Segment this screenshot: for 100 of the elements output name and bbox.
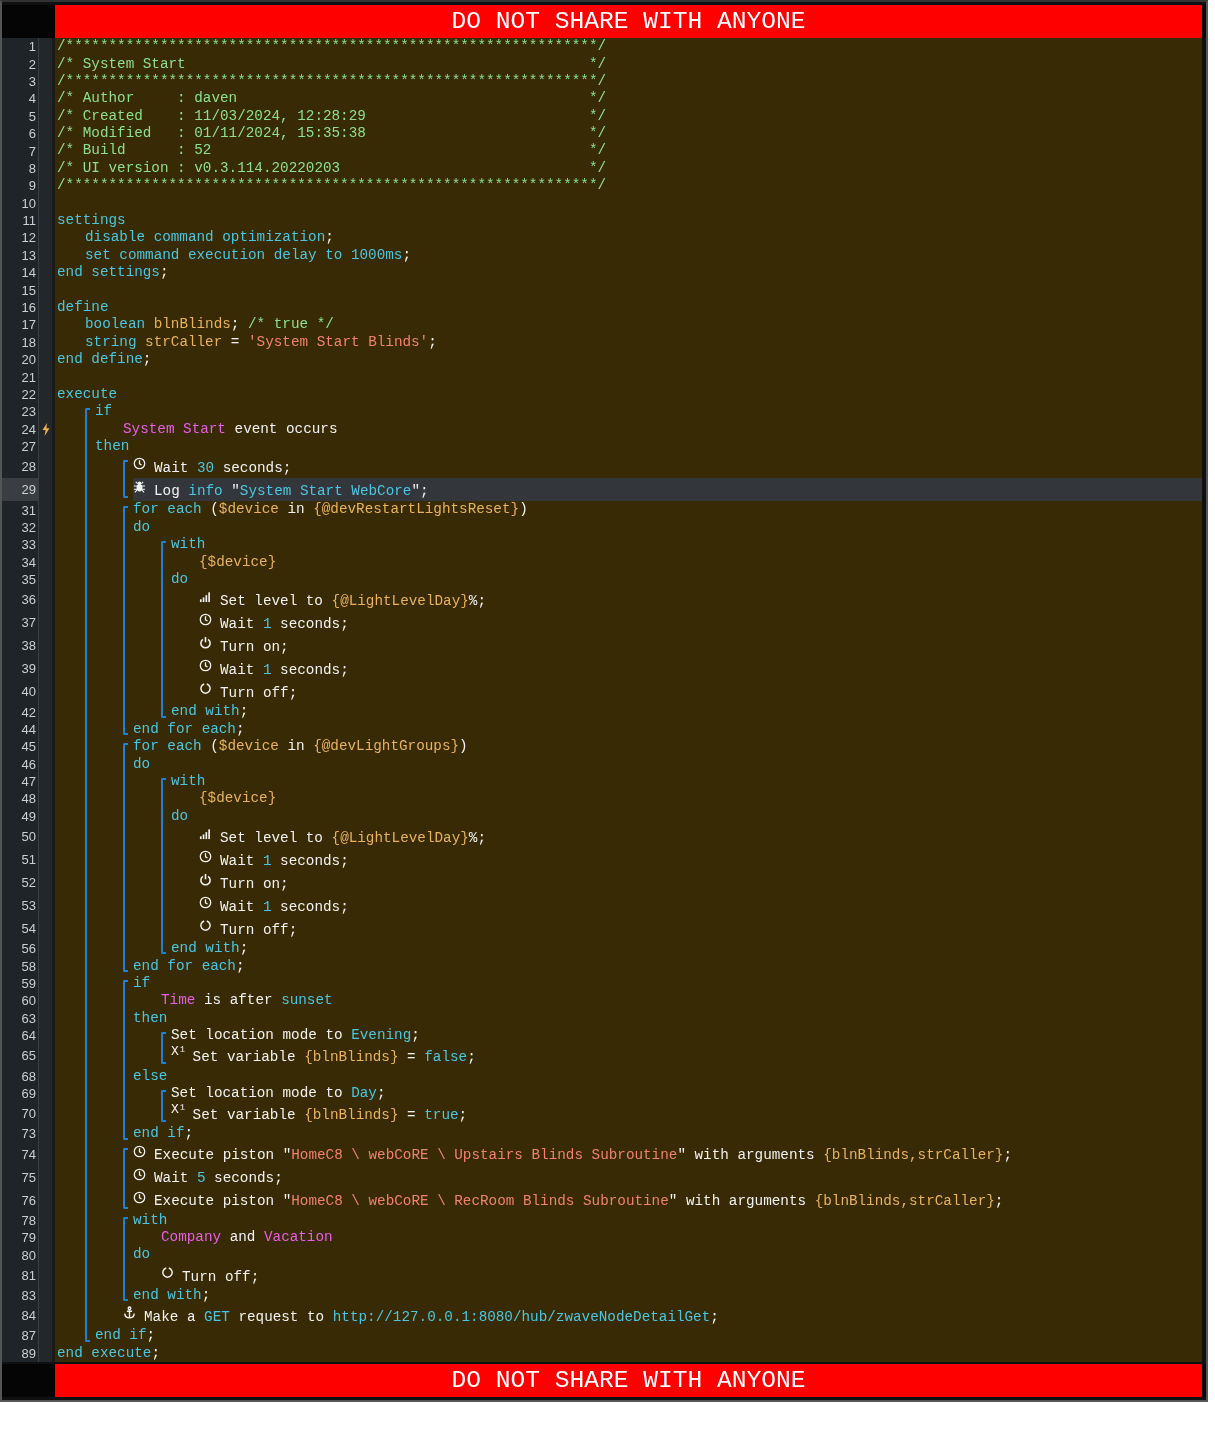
code-line: /* Author : daven [57,90,239,108]
line-number: 4 [27,90,37,108]
line-number: 6 [27,125,37,143]
variable-icon: X¹ [171,1103,187,1117]
line-number: 10 [20,194,37,212]
line-number: 31 [20,501,37,519]
code-line: Log info "System Start WebCore"; [154,483,429,501]
line-number: 11 [21,212,37,230]
line-number: 14 [20,264,37,282]
line-number: 53 [20,897,37,916]
line-number: 89 [20,1344,37,1362]
line-number: 13 [20,246,37,265]
line-number: 78 [20,1211,37,1229]
line-number: 32 [20,518,37,537]
line-number: 34 [20,553,37,571]
line-number: 18 [20,333,37,352]
code-line: Set variable {blnBlinds} = false; [192,1049,476,1067]
code-line: Wait 5 seconds; [154,1170,283,1188]
line-number: 35 [20,571,37,589]
lightning-icon [42,422,50,436]
code-line: if [95,403,113,421]
line-number: 63 [20,1009,37,1027]
code-line: end define; [57,351,152,369]
line-number: 83 [20,1286,37,1305]
code-line: else [133,1067,168,1085]
code-line: Turn on; [220,875,289,894]
block-bracket [161,1089,166,1123]
code-line: do [133,1246,151,1264]
line-number: 49 [20,807,37,826]
code-line: do [171,571,189,589]
line-number: 54 [20,920,37,939]
code-line: /**************************************************************/ [57,177,607,195]
comment-end: */ [588,90,607,108]
warning-banner: DO NOT SHARE WITH ANYONE [55,1363,1202,1397]
line-number: 60 [20,992,37,1010]
code-line: System Start event occurs [123,420,338,438]
line-number: 87 [20,1327,37,1345]
line-number: 44 [20,720,37,739]
code-line: Turn off; [220,921,298,940]
code-line: Company and Vacation [161,1229,333,1247]
code-line: Wait 1 seconds; [220,852,349,871]
code-line: end for each; [133,957,245,975]
line-number: 42 [20,703,37,721]
line-number: 17 [20,316,37,334]
line-number: 16 [20,299,37,317]
line-number: 37 [20,614,37,633]
line-number: 48 [20,790,37,808]
code-line: Execute piston "HomeC8 \ webCoRE \ Upstairs Blinds Subroutine" with arguments {blnBlinds,strCaller}; [154,1147,1012,1165]
code-line: end settings; [57,264,169,282]
code-line: with [171,536,206,554]
signal-bars-icon [199,590,212,604]
line-number: 7 [27,142,37,160]
line-number: 56 [20,940,37,958]
code-line: Wait 1 seconds; [220,662,349,680]
line-number: 65 [20,1047,37,1066]
line-number: 27 [20,438,37,456]
block-bracket [161,1032,166,1065]
clock-icon [199,659,212,673]
line-number: 76 [20,1191,37,1210]
code-line: end execute; [57,1344,160,1362]
line-number: 45 [20,738,37,756]
line-number: 46 [20,755,37,773]
code-line: /**************************************************************/ [57,38,607,56]
code-line: {$device} [199,790,277,808]
code-line: disable command optimization; [85,229,334,247]
line-number: 69 [20,1085,37,1103]
comment-end: */ [588,142,607,160]
line-number: 28 [20,458,37,477]
comment-end: */ [588,107,607,125]
code-line: /* Build : 52 [57,142,213,160]
line-number: 59 [20,975,37,993]
code-line: Set variable {blnBlinds} = true; [192,1107,468,1125]
line-number: 74 [20,1145,37,1164]
code-line: with [171,773,206,791]
code-line: Set location mode to Evening; [171,1027,420,1045]
line-number: 24 [20,420,37,438]
code-line: Turn on; [220,639,289,657]
code-line: boolean blnBlinds; /* true */ [85,316,334,334]
code-line: Set level to {@LightLevelDay}%; [220,593,486,611]
code-line: end with; [171,703,249,721]
code-line: Set location mode to Day; [171,1084,386,1103]
code-line: set command execution delay to 1000ms; [85,246,412,264]
line-number: 50 [20,828,37,847]
clock-icon [133,457,146,471]
clock-icon [199,613,212,627]
code-line: end for each; [133,720,245,738]
clock-icon [133,1167,146,1181]
ring-icon [199,919,212,933]
code-line: string strCaller = 'System Start Blinds'; [85,333,437,351]
code-line: if [133,974,151,993]
code-line: /* Modified : 01/11/2024, 15:35:38 [57,125,367,143]
line-number: 23 [20,403,37,421]
power-icon [199,636,212,650]
code-line: do [133,518,151,537]
comment-end: */ [588,125,607,143]
code-line: /* System Start [57,55,187,73]
code-line: Time is after sunset [161,992,333,1010]
line-number: 38 [20,637,37,656]
line-number: 68 [20,1067,37,1085]
line-number: 8 [27,159,37,178]
